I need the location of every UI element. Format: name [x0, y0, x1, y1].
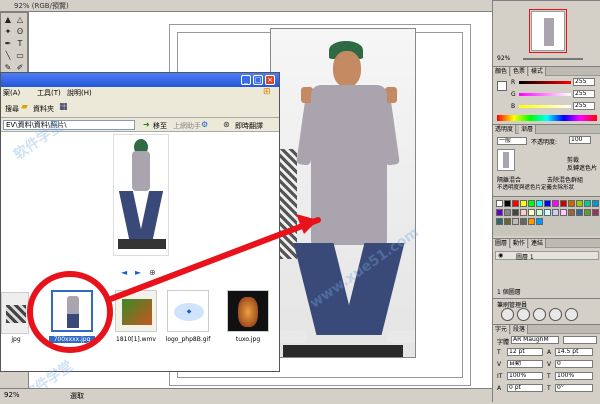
color-swatch[interactable]	[504, 209, 511, 216]
tab-actions[interactable]: 動作	[511, 239, 529, 248]
layer-thumbnail[interactable]	[497, 149, 515, 171]
leading-field[interactable]: 14.5 pt	[555, 348, 593, 356]
color-spectrum[interactable]	[497, 115, 597, 121]
color-swatch[interactable]	[528, 218, 535, 225]
annotation-arrow	[105, 217, 321, 303]
green-slider[interactable]	[519, 93, 571, 96]
brushes-panel: 筆刷管理員	[493, 298, 600, 322]
rotation-field[interactable]: 0°	[555, 384, 593, 392]
blend-mode-select[interactable]: 一般	[497, 137, 527, 145]
tab-paragraph[interactable]: 段落	[511, 325, 529, 334]
color-swatch[interactable]	[512, 218, 519, 225]
color-swatch[interactable]	[520, 200, 527, 207]
layer-name[interactable]: 圖層 1	[516, 252, 534, 261]
tab-layers[interactable]: 圖層	[493, 239, 511, 248]
color-swatch[interactable]	[528, 200, 535, 207]
tab-transparency[interactable]: 透明度	[493, 125, 517, 134]
transparency-panel-tabs: 透明度 漸層	[493, 125, 600, 134]
character-panel: 字元 段落 字體 AR MaughM T 12 pt A 14.5 pt V 自…	[493, 324, 600, 402]
color-swatch[interactable]	[504, 200, 511, 207]
brush-3[interactable]	[533, 308, 546, 321]
brush-5[interactable]	[565, 308, 578, 321]
color-swatch[interactable]	[544, 200, 551, 207]
character-panel-tabs: 字元 段落	[493, 325, 600, 334]
color-swatch[interactable]	[512, 200, 519, 207]
status-bar: 92% 選取	[0, 388, 492, 402]
tab-gradient[interactable]: 漸層	[519, 125, 537, 134]
blue-value[interactable]: 255	[573, 102, 595, 110]
vertical-scale-field[interactable]: 100%	[507, 372, 543, 380]
font-family-field[interactable]: AR MaughM	[511, 336, 559, 344]
opacity-field[interactable]: 100	[569, 136, 591, 144]
color-swatch[interactable]	[496, 218, 503, 225]
color-swatch[interactable]	[520, 218, 527, 225]
color-swatch[interactable]	[496, 200, 503, 207]
status-zoom[interactable]: 92%	[4, 391, 20, 399]
color-swatch[interactable]	[560, 200, 567, 207]
brush-1[interactable]	[501, 308, 514, 321]
opacity-label: 不透明度:	[531, 139, 558, 146]
fill-color-swatch[interactable]	[497, 81, 507, 91]
color-swatch[interactable]	[584, 200, 591, 207]
color-swatch[interactable]	[536, 209, 543, 216]
green-value[interactable]: 255	[573, 90, 595, 98]
color-swatch[interactable]	[568, 200, 575, 207]
tab-links[interactable]: 連結	[529, 239, 547, 248]
layer-row[interactable]: ◉ 圖層 1	[495, 251, 599, 261]
navigator-zoom[interactable]: 92%	[497, 55, 510, 62]
color-swatch[interactable]	[536, 218, 543, 225]
blue-slider[interactable]	[519, 105, 571, 108]
horizontal-scale-field[interactable]: 100%	[555, 372, 593, 380]
brush-2[interactable]	[517, 308, 530, 321]
color-swatch[interactable]	[504, 218, 511, 225]
font-size-field[interactable]: 12 pt	[507, 348, 543, 356]
color-swatch[interactable]	[576, 200, 583, 207]
baseline-shift-field[interactable]: 0 pt	[507, 384, 543, 392]
color-swatch[interactable]	[520, 209, 527, 216]
right-panels: 92% 顏色 色票 樣式 R 255 G 255 B 255 透明度 漸層 一般…	[492, 0, 600, 402]
swatches-panel	[493, 196, 600, 236]
color-swatch[interactable]	[576, 209, 583, 216]
navigator-view-box[interactable]	[529, 9, 567, 53]
kerning-field[interactable]: 自動	[507, 360, 543, 368]
color-swatch[interactable]	[592, 209, 599, 216]
red-slider[interactable]	[519, 81, 571, 84]
color-swatch[interactable]	[496, 209, 503, 216]
tab-color[interactable]: 顏色	[493, 67, 511, 76]
status-text: 選取	[70, 392, 84, 400]
color-swatch[interactable]	[568, 209, 575, 216]
layers-panel: 圖層 動作 連結 ◉ 圖層 1 1 個圖層	[493, 238, 600, 296]
highlight-circle	[27, 271, 113, 353]
color-swatch[interactable]	[560, 209, 567, 216]
navigator-panel: 92%	[493, 0, 600, 64]
tracking-field[interactable]: 0	[555, 360, 593, 368]
transparency-panel: 透明度 漸層 一般 不透明度: 100 剪裁 反轉遮色片 隔離混合 去除混色群組…	[493, 124, 600, 194]
color-swatch[interactable]	[552, 209, 559, 216]
color-swatch[interactable]	[536, 200, 543, 207]
navigator-zoom-slider[interactable]	[523, 58, 583, 60]
tab-swatches[interactable]: 色票	[511, 67, 529, 76]
layer-count: 1 個圖層	[497, 289, 521, 296]
font-style-field[interactable]	[563, 336, 597, 344]
red-value[interactable]: 255	[573, 78, 595, 86]
layers-panel-tabs: 圖層 動作 連結	[493, 239, 600, 248]
tab-character[interactable]: 字元	[493, 325, 511, 334]
color-swatch[interactable]	[544, 209, 551, 216]
color-swatch[interactable]	[584, 209, 591, 216]
color-panel-tabs: 顏色 色票 樣式	[493, 67, 600, 76]
brush-4[interactable]	[549, 308, 562, 321]
visibility-eye-icon[interactable]: ◉	[498, 252, 503, 259]
font-label: 字體	[497, 339, 510, 346]
color-swatch[interactable]	[512, 209, 519, 216]
color-swatch[interactable]	[592, 200, 599, 207]
color-swatch[interactable]	[552, 200, 559, 207]
color-panel: 顏色 色票 樣式 R 255 G 255 B 255	[493, 66, 600, 122]
color-swatch[interactable]	[528, 209, 535, 216]
opacity-mask-checkbox[interactable]: 不透明度與遮色片定義去除形狀	[497, 183, 574, 191]
invert-mask-checkbox[interactable]: 反轉遮色片	[567, 163, 597, 172]
tab-styles[interactable]: 樣式	[529, 67, 547, 76]
